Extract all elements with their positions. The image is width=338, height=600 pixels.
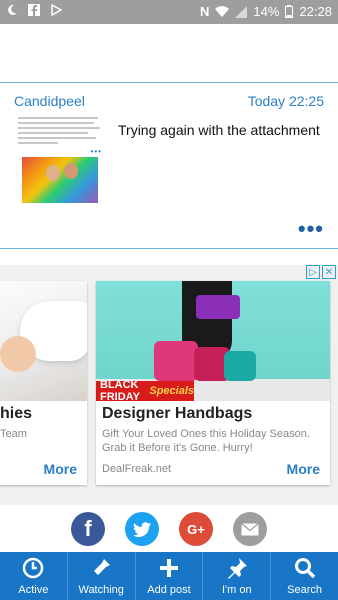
divider bbox=[0, 248, 338, 249]
search-icon bbox=[294, 558, 315, 579]
email-share-button[interactable] bbox=[233, 512, 267, 546]
nav-watching[interactable]: Watching bbox=[68, 552, 136, 600]
attachment-thumbnail[interactable]: ••• bbox=[18, 117, 102, 207]
clock-time: 22:28 bbox=[299, 4, 332, 19]
status-bar: N 14% 22:28 bbox=[0, 0, 338, 24]
nav-label: Search bbox=[287, 584, 323, 596]
googleplus-share-button[interactable]: G+ bbox=[179, 512, 213, 546]
bottom-navigation: Active Watching Add post I'm on Search bbox=[0, 552, 338, 600]
nav-search[interactable]: Search bbox=[271, 552, 338, 600]
play-store-icon bbox=[51, 4, 62, 16]
ad-carousel[interactable]: hies Team More BLACK FRIDAY Specials Desi… bbox=[0, 265, 338, 505]
divider bbox=[0, 82, 338, 83]
wifi-icon bbox=[215, 5, 230, 17]
thumbnail-image bbox=[22, 157, 98, 203]
battery-icon bbox=[285, 5, 294, 18]
flashlight-icon bbox=[94, 559, 111, 575]
ad-image: BLACK FRIDAY Specials bbox=[96, 281, 330, 403]
twitter-bird-icon bbox=[133, 521, 151, 537]
ad-card[interactable]: BLACK FRIDAY Specials Designer Handbags G… bbox=[96, 281, 330, 485]
ad-close-icon[interactable]: ✕ bbox=[322, 265, 336, 279]
ad-card[interactable]: hies Team More bbox=[0, 281, 87, 485]
post-timestamp: Today 22:25 bbox=[247, 93, 324, 109]
ad-description: Team bbox=[0, 428, 27, 440]
thumbnail-dots: ••• bbox=[90, 147, 102, 156]
post-author[interactable]: Candidpeel bbox=[14, 93, 85, 109]
facebook-notification-icon bbox=[28, 4, 40, 16]
post-text: Trying again with the attachment bbox=[118, 122, 320, 138]
post-options-button[interactable]: ••• bbox=[298, 218, 324, 240]
nav-add-post[interactable]: Add post bbox=[136, 552, 204, 600]
moon-icon bbox=[8, 4, 17, 15]
ad-source: DealFreak.net bbox=[102, 463, 172, 475]
ad-more-link[interactable]: More bbox=[44, 461, 77, 477]
ad-title: hies bbox=[0, 405, 33, 422]
nav-im-on[interactable]: I'm on bbox=[203, 552, 272, 600]
twitter-share-button[interactable] bbox=[125, 512, 159, 546]
black-friday-badge: BLACK FRIDAY Specials bbox=[96, 379, 194, 403]
ad-choices[interactable]: ▷ ✕ bbox=[306, 265, 336, 279]
ad-title: Designer Handbags bbox=[102, 405, 253, 422]
ad-info-icon[interactable]: ▷ bbox=[306, 265, 320, 279]
nav-label: Add post bbox=[147, 584, 191, 596]
battery-percentage: 14% bbox=[253, 4, 280, 19]
signal-icon bbox=[235, 5, 248, 18]
ad-image bbox=[0, 281, 87, 401]
nav-label: I'm on bbox=[221, 584, 252, 596]
plus-icon bbox=[159, 559, 178, 577]
facebook-share-button[interactable]: f bbox=[71, 512, 105, 546]
nav-active[interactable]: Active bbox=[0, 552, 68, 600]
share-row: f G+ bbox=[0, 512, 338, 546]
nfc-icon: N bbox=[200, 4, 210, 19]
ad-more-link[interactable]: More bbox=[287, 461, 320, 477]
nav-label: Watching bbox=[78, 584, 124, 596]
clock-icon bbox=[23, 557, 44, 579]
ad-description: Gift Your Loved Ones this Holiday Season… bbox=[102, 428, 310, 454]
envelope-icon bbox=[241, 522, 259, 535]
nav-label: Active bbox=[18, 584, 49, 596]
pin-icon bbox=[227, 558, 247, 579]
post-header: Candidpeel Today 22:25 bbox=[14, 93, 324, 109]
